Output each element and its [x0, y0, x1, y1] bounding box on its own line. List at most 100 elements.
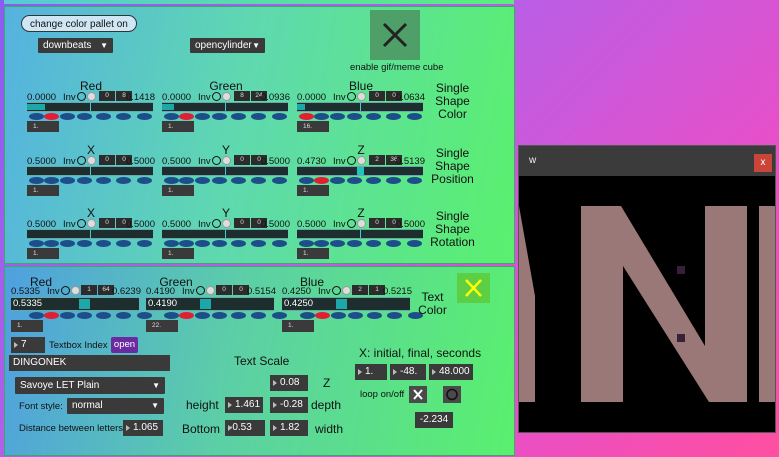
radio-icon[interactable] [356, 219, 366, 228]
step-toggle[interactable] [44, 177, 59, 184]
step-toggle[interactable] [179, 177, 194, 184]
step-toggle[interactable] [212, 312, 227, 319]
radio-icon[interactable] [346, 156, 356, 165]
step-toggle[interactable] [366, 240, 381, 247]
step-toggle[interactable] [96, 177, 111, 184]
step-toggle[interactable] [251, 177, 266, 184]
step-toggle[interactable] [60, 240, 75, 247]
step-toggle[interactable] [179, 312, 194, 319]
step-toggle[interactable] [330, 177, 345, 184]
invert-toggle[interactable]: Inv [182, 286, 215, 297]
radio-icon[interactable] [341, 286, 351, 295]
step-toggle[interactable] [300, 312, 315, 319]
radio-icon[interactable] [86, 219, 96, 228]
step-toggle[interactable] [96, 312, 111, 319]
step-toggle[interactable] [116, 177, 131, 184]
multiplier-box[interactable]: 1. [162, 248, 194, 259]
step-toggle[interactable] [347, 177, 362, 184]
step-toggle[interactable] [314, 113, 329, 120]
step-toggle[interactable] [29, 312, 44, 319]
step-toggle[interactable] [272, 177, 287, 184]
step-toggle[interactable] [29, 113, 44, 120]
multiplier-box[interactable]: 1. [282, 320, 314, 332]
step-toggle[interactable] [386, 177, 401, 184]
beat-menu[interactable]: downbeats ▼ [38, 38, 113, 53]
invert-toggle[interactable]: Inv [318, 286, 351, 297]
step-toggle[interactable] [96, 240, 111, 247]
step-toggle[interactable] [407, 177, 422, 184]
value-slider[interactable]: 0.4190 [146, 297, 274, 311]
step-toggle[interactable] [367, 312, 382, 319]
step-toggle[interactable] [44, 240, 59, 247]
multiplier-box[interactable]: 1. [27, 121, 59, 132]
loop-bang-button[interactable] [443, 386, 461, 403]
step-toggle[interactable] [29, 177, 44, 184]
step-toggle[interactable] [272, 240, 287, 247]
invert-toggle[interactable]: Inv [47, 286, 80, 297]
step-toggle[interactable] [330, 240, 345, 247]
radio-icon[interactable] [86, 92, 96, 101]
open-button[interactable]: open [111, 337, 138, 353]
step-toggle[interactable] [387, 312, 402, 319]
radio-icon[interactable] [356, 92, 366, 101]
step-toggle[interactable] [164, 312, 179, 319]
radio-icon[interactable] [205, 286, 215, 295]
radio-icon[interactable] [221, 219, 231, 228]
radio-icon[interactable] [76, 156, 86, 165]
step-toggle[interactable] [330, 113, 345, 120]
step-toggle[interactable] [251, 240, 266, 247]
step-toggle[interactable] [212, 240, 227, 247]
step-toggle[interactable] [407, 240, 422, 247]
radio-icon[interactable] [221, 156, 231, 165]
radio-icon[interactable] [195, 286, 205, 295]
step-toggle[interactable] [195, 177, 210, 184]
multiplier-box[interactable]: 22. [146, 320, 178, 332]
number-box[interactable]: 0 [369, 218, 385, 228]
radio-icon[interactable] [356, 156, 366, 165]
step-toggle[interactable] [77, 177, 92, 184]
number-box[interactable]: 1 [81, 285, 97, 295]
depth-input[interactable]: -0.28 [270, 397, 308, 413]
multiplier-box[interactable]: 1. [162, 121, 194, 132]
step-toggle[interactable] [77, 312, 92, 319]
step-toggle[interactable] [386, 240, 401, 247]
radio-icon[interactable] [211, 156, 221, 165]
step-toggle[interactable] [251, 312, 266, 319]
step-toggle[interactable] [44, 312, 59, 319]
number-box[interactable]: 0 [216, 285, 232, 295]
step-toggle[interactable] [348, 312, 363, 319]
multiplier-box[interactable]: 1. [162, 185, 194, 196]
step-toggle[interactable] [116, 113, 131, 120]
step-toggle[interactable] [366, 177, 381, 184]
radio-icon[interactable] [70, 286, 80, 295]
step-toggle[interactable] [299, 113, 314, 120]
multiplier-box[interactable]: 1. [297, 248, 329, 259]
radio-icon[interactable] [86, 156, 96, 165]
radio-icon[interactable] [346, 219, 356, 228]
step-toggle[interactable] [137, 177, 152, 184]
shape-menu[interactable]: opencylinder ▼ [190, 38, 265, 53]
window-close-button[interactable]: x [754, 154, 772, 172]
font-menu[interactable]: Savoye LET Plain ▼ [15, 377, 165, 394]
number-box[interactable]: 8 [234, 91, 250, 101]
slider-knob[interactable] [200, 299, 211, 309]
step-toggle[interactable] [137, 240, 152, 247]
number-box[interactable]: 0 [99, 218, 115, 228]
multiplier-box[interactable]: 16. [297, 121, 329, 132]
step-toggle[interactable] [212, 177, 227, 184]
seconds-input[interactable]: 48.000 [429, 364, 473, 380]
range-slider[interactable] [297, 166, 423, 176]
step-toggle[interactable] [231, 312, 246, 319]
step-toggle[interactable] [251, 113, 266, 120]
range-slider[interactable] [297, 229, 423, 239]
multiplier-box[interactable]: 1. [27, 248, 59, 259]
range-slider[interactable] [27, 166, 153, 176]
number-box[interactable]: 0 [234, 218, 250, 228]
step-toggle[interactable] [347, 240, 362, 247]
slider-knob[interactable] [336, 299, 347, 309]
step-toggle[interactable] [60, 113, 75, 120]
step-toggle[interactable] [407, 113, 422, 120]
step-toggle[interactable] [231, 177, 246, 184]
step-toggle[interactable] [212, 113, 227, 120]
radio-icon[interactable] [331, 286, 341, 295]
